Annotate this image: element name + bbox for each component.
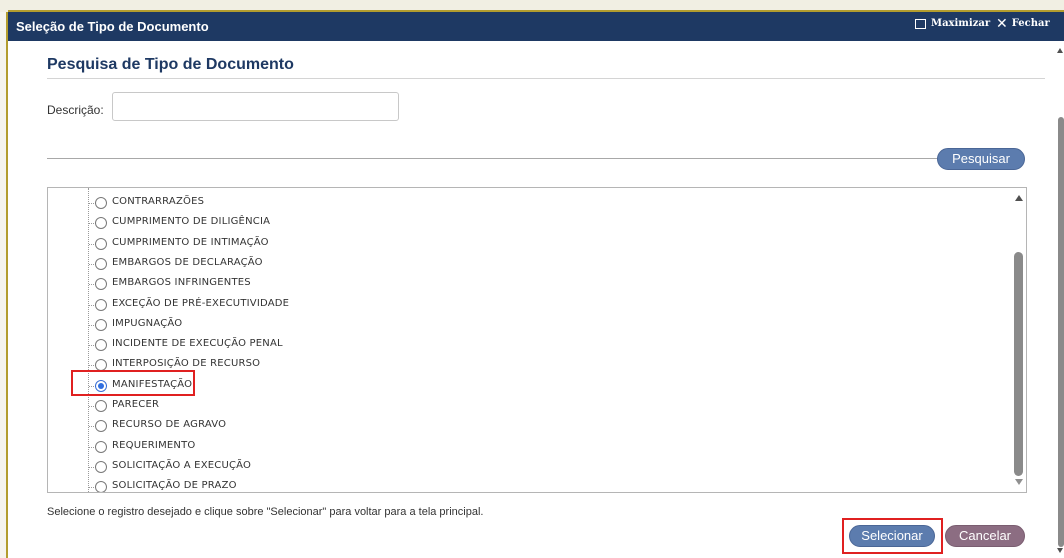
close-icon: ✕ bbox=[996, 15, 1008, 32]
select-button[interactable]: Selecionar bbox=[849, 525, 935, 547]
list-item-label: EXCEÇÃO DE PRÉ-EXECUTIVIDADE bbox=[112, 297, 290, 309]
list-item-label: EMBARGOS DE DECLARAÇÃO bbox=[112, 256, 263, 268]
instruction-text: Selecione o registro desejado e clique s… bbox=[47, 506, 484, 518]
search-divider bbox=[47, 158, 939, 159]
list-item[interactable]: CONTRARRAZÕES bbox=[48, 193, 1008, 213]
list-item[interactable]: CUMPRIMENTO DE INTIMAÇÃO bbox=[48, 234, 1008, 254]
scroll-up-arrow-icon[interactable] bbox=[1015, 195, 1023, 201]
radio-unchecked-icon[interactable] bbox=[95, 257, 107, 270]
list-item[interactable]: RECURSO DE AGRAVO bbox=[48, 416, 1008, 436]
radio-unchecked-icon[interactable] bbox=[95, 318, 107, 331]
list-item[interactable]: REQUERIMENTO bbox=[48, 437, 1008, 457]
dialog-scroll-up-icon[interactable] bbox=[1057, 48, 1063, 53]
list-item-label: EMBARGOS INFRINGENTES bbox=[112, 277, 251, 289]
document-type-list: CONTRARRAZÕES CUMPRIMENTO DE DILIGÊNCIA CU… bbox=[47, 187, 1027, 493]
dialog-scrollbar-thumb[interactable] bbox=[1058, 117, 1064, 547]
radio-unchecked-icon[interactable] bbox=[95, 400, 107, 412]
dialog-scroll-down-icon[interactable] bbox=[1057, 548, 1063, 553]
list-item[interactable]: EMBARGOS INFRINGENTES bbox=[48, 274, 1008, 294]
list-item[interactable]: SOLICITAÇÃO A EXECUÇÃO bbox=[48, 457, 1008, 477]
list-item-label: REQUERIMENTO bbox=[112, 439, 196, 451]
list-item[interactable]: EMBARGOS DE DECLARAÇÃO bbox=[48, 254, 1008, 274]
radio-unchecked-icon[interactable] bbox=[95, 217, 107, 230]
list-item-label: CUMPRIMENTO DE DILIGÊNCIA bbox=[112, 216, 271, 228]
radio-unchecked-icon[interactable] bbox=[95, 278, 107, 291]
list-item-label: INCIDENTE DE EXECUÇÃO PENAL bbox=[112, 338, 283, 350]
selection-highlight bbox=[71, 370, 195, 396]
radio-unchecked-icon[interactable] bbox=[95, 420, 107, 433]
dialog-scrollbar[interactable] bbox=[1056, 41, 1064, 558]
radio-unchecked-icon[interactable] bbox=[95, 237, 107, 250]
list-item[interactable]: IMPUGNAÇÃO bbox=[48, 315, 1008, 335]
radio-unchecked-icon[interactable] bbox=[95, 460, 107, 473]
maximize-icon bbox=[915, 18, 926, 29]
list-item-label: SOLICITAÇÃO A EXECUÇÃO bbox=[112, 459, 252, 471]
list-item-label: SOLICITAÇÃO DE PRAZO bbox=[112, 480, 237, 492]
close-label: Fechar bbox=[1011, 18, 1050, 29]
radio-unchecked-icon[interactable] bbox=[95, 440, 107, 453]
list-scrollbar-thumb[interactable] bbox=[1014, 252, 1023, 476]
maximize-label: Maximizar bbox=[931, 18, 991, 29]
scroll-down-arrow-icon[interactable] bbox=[1015, 479, 1023, 485]
list-item[interactable]: INCIDENTE DE EXECUÇÃO PENAL bbox=[48, 335, 1008, 355]
radio-unchecked-icon[interactable] bbox=[95, 481, 107, 492]
close-button[interactable]: ✕ Fechar bbox=[996, 15, 1050, 32]
search-button[interactable]: Pesquisar bbox=[937, 148, 1025, 170]
radio-unchecked-icon[interactable] bbox=[95, 298, 107, 311]
list-item[interactable]: SOLICITAÇÃO DE PRAZO bbox=[48, 477, 1008, 492]
list-item-label: CONTRARRAZÕES bbox=[112, 196, 205, 207]
list-item-label: INTERPOSIÇÃO DE RECURSO bbox=[112, 358, 261, 370]
window-title: Seleção de Tipo de Documento bbox=[16, 19, 209, 34]
description-input[interactable] bbox=[112, 92, 399, 121]
list-item-label: IMPUGNAÇÃO bbox=[112, 317, 183, 329]
list-scrollbar[interactable] bbox=[1011, 188, 1026, 492]
description-label: Descrição: bbox=[47, 103, 104, 117]
list-item[interactable]: CUMPRIMENTO DE DILIGÊNCIA bbox=[48, 213, 1008, 233]
cancel-button[interactable]: Cancelar bbox=[945, 525, 1025, 547]
maximize-button[interactable]: Maximizar bbox=[915, 18, 990, 29]
list-item[interactable]: PARECER bbox=[48, 396, 1008, 416]
list-item-label: PARECER bbox=[112, 399, 160, 410]
list-item-label: RECURSO DE AGRAVO bbox=[112, 419, 227, 431]
radio-unchecked-icon[interactable] bbox=[95, 197, 107, 209]
window-titlebar: Seleção de Tipo de Documento Maximizar ✕… bbox=[8, 12, 1064, 41]
radio-unchecked-icon[interactable] bbox=[95, 339, 107, 352]
section-title: Pesquisa de Tipo de Documento bbox=[47, 56, 294, 73]
dialog-body: Pesquisa de Tipo de Documento Descrição:… bbox=[8, 41, 1064, 558]
list-item[interactable]: EXCEÇÃO DE PRÉ-EXECUTIVIDADE bbox=[48, 295, 1008, 315]
list-item-label: CUMPRIMENTO DE INTIMAÇÃO bbox=[112, 236, 269, 248]
section-divider bbox=[47, 78, 1045, 79]
